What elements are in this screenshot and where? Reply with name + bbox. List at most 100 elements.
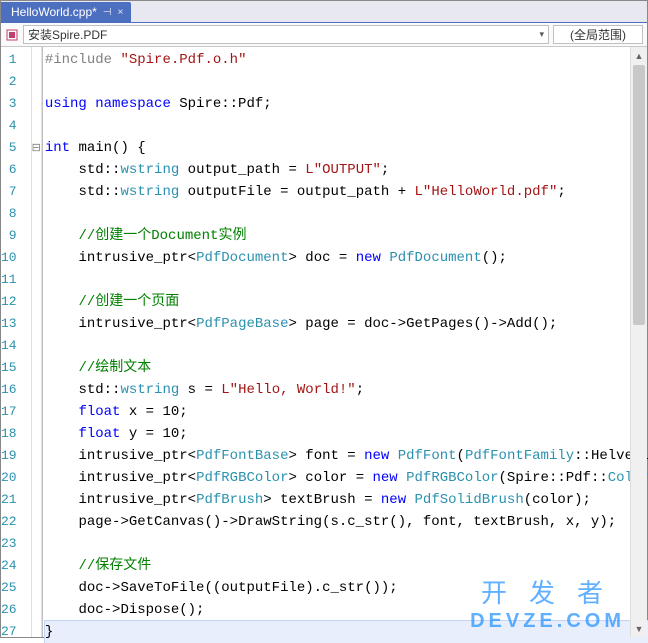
code-line[interactable] (45, 269, 648, 291)
fold-marker (32, 467, 41, 489)
line-number: 9 (1, 225, 31, 247)
fold-marker (32, 533, 41, 555)
code-line[interactable]: #include "Spire.Pdf.o.h" (45, 49, 648, 71)
chevron-down-icon: ▾ (539, 29, 544, 40)
fold-marker (32, 203, 41, 225)
fold-marker (32, 49, 41, 71)
scroll-thumb[interactable] (633, 65, 645, 325)
fold-marker[interactable]: ⊟ (32, 137, 41, 159)
code-line[interactable]: intrusive_ptr<PdfBrush> textBrush = new … (45, 489, 648, 511)
line-number: 27 (1, 621, 31, 643)
code-line[interactable]: using namespace Spire::Pdf; (45, 93, 648, 115)
code-line[interactable]: intrusive_ptr<PdfDocument> doc = new Pdf… (45, 247, 648, 269)
code-line[interactable]: page->GetCanvas()->DrawString(s.c_str(),… (45, 511, 648, 533)
code-line[interactable]: intrusive_ptr<PdfRGBColor> color = new P… (45, 467, 648, 489)
line-number: 12 (1, 291, 31, 313)
code-line[interactable] (45, 71, 648, 93)
file-tab[interactable]: HelloWorld.cpp* ⊣ × (1, 2, 131, 22)
fold-marker (32, 379, 41, 401)
fold-marker (32, 335, 41, 357)
line-number: 10 (1, 247, 31, 269)
line-number: 24 (1, 555, 31, 577)
fold-marker (32, 115, 41, 137)
line-number: 4 (1, 115, 31, 137)
context-label: 安装Spire.PDF (28, 26, 107, 43)
vertical-scrollbar[interactable]: ▲ ▼ (630, 47, 647, 637)
line-number: 6 (1, 159, 31, 181)
fold-marker (32, 93, 41, 115)
code-line[interactable]: doc->SaveToFile((outputFile).c_str()); (45, 577, 648, 599)
code-line[interactable]: std::wstring outputFile = output_path + … (45, 181, 648, 203)
fold-column: ⊟ (32, 47, 42, 637)
pin-icon[interactable]: ⊣ (103, 7, 112, 18)
line-number: 23 (1, 533, 31, 555)
code-line[interactable] (45, 115, 648, 137)
line-number: 20 (1, 467, 31, 489)
line-number: 7 (1, 181, 31, 203)
tab-bar: HelloWorld.cpp* ⊣ × (1, 1, 647, 23)
line-number: 15 (1, 357, 31, 379)
fold-marker (32, 313, 41, 335)
fold-marker (32, 159, 41, 181)
fold-marker (32, 599, 41, 621)
fold-marker (32, 401, 41, 423)
scope-dropdown[interactable]: (全局范围) (553, 25, 643, 44)
code-line[interactable]: float y = 10; (45, 423, 648, 445)
line-number: 8 (1, 203, 31, 225)
scroll-up-icon[interactable]: ▲ (631, 47, 647, 64)
line-number: 13 (1, 313, 31, 335)
line-number: 2 (1, 71, 31, 93)
line-number: 16 (1, 379, 31, 401)
scope-label: (全局范围) (570, 26, 626, 43)
code-line[interactable]: } (45, 621, 648, 643)
code-line[interactable] (45, 203, 648, 225)
code-line[interactable]: doc->Dispose(); (45, 599, 648, 621)
fold-marker (32, 269, 41, 291)
line-number-gutter: 1234567891011121314151617181920212223242… (1, 47, 32, 637)
code-line[interactable]: std::wstring output_path = L"OUTPUT"; (45, 159, 648, 181)
code-line[interactable]: //创建一个页面 (45, 291, 648, 313)
editor: 1234567891011121314151617181920212223242… (1, 47, 647, 637)
fold-marker (32, 489, 41, 511)
code-line[interactable] (45, 335, 648, 357)
fold-marker (32, 511, 41, 533)
line-number: 5 (1, 137, 31, 159)
code-line[interactable]: intrusive_ptr<PdfPageBase> page = doc->G… (45, 313, 648, 335)
line-number: 1 (1, 49, 31, 71)
fold-marker (32, 621, 41, 643)
navigation-bar: 安装Spire.PDF ▾ (全局范围) (1, 23, 647, 47)
line-number: 14 (1, 335, 31, 357)
code-line[interactable]: std::wstring s = L"Hello, World!"; (45, 379, 648, 401)
line-number: 21 (1, 489, 31, 511)
fold-marker (32, 357, 41, 379)
line-number: 3 (1, 93, 31, 115)
line-number: 22 (1, 511, 31, 533)
code-line[interactable] (45, 533, 648, 555)
code-line[interactable]: intrusive_ptr<PdfFontBase> font = new Pd… (45, 445, 648, 467)
line-number: 18 (1, 423, 31, 445)
fold-marker (32, 247, 41, 269)
line-number: 19 (1, 445, 31, 467)
fold-marker (32, 555, 41, 577)
code-line[interactable]: //绘制文本 (45, 357, 648, 379)
context-dropdown[interactable]: 安装Spire.PDF ▾ (23, 25, 549, 44)
line-number: 17 (1, 401, 31, 423)
fold-marker (32, 181, 41, 203)
code-line[interactable]: int main() { (45, 137, 648, 159)
fold-marker (32, 577, 41, 599)
code-line[interactable]: float x = 10; (45, 401, 648, 423)
fold-marker (32, 445, 41, 467)
code-line[interactable]: //创建一个Document实例 (45, 225, 648, 247)
fold-marker (32, 71, 41, 93)
fold-marker (32, 291, 41, 313)
tab-title: HelloWorld.cpp* (11, 5, 97, 19)
fold-marker (32, 423, 41, 445)
scroll-down-icon[interactable]: ▼ (631, 620, 647, 637)
fold-marker (32, 225, 41, 247)
line-number: 11 (1, 269, 31, 291)
line-number: 26 (1, 599, 31, 621)
close-icon[interactable]: × (118, 7, 124, 18)
code-area[interactable]: #include "Spire.Pdf.o.h" using namespace … (43, 47, 648, 637)
module-icon (5, 28, 19, 42)
code-line[interactable]: //保存文件 (45, 555, 648, 577)
